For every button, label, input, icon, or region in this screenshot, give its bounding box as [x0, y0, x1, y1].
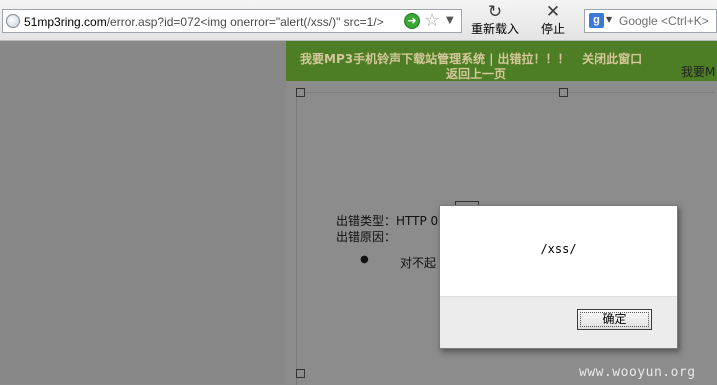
error-reason-line: 出错原因：: [336, 230, 397, 244]
ok-button[interactable]: 确定: [577, 309, 652, 330]
reload-icon: ↻: [487, 2, 503, 22]
reload-button[interactable]: ↻ 重新载入: [470, 2, 520, 37]
reload-label: 重新载入: [470, 22, 519, 36]
address-bar[interactable]: 51mp3ring.com/error.asp?id=072<img onerr…: [2, 9, 462, 33]
nav-separator: |: [489, 52, 494, 66]
error-heading: 出错拉！！！: [497, 52, 570, 66]
error-type-line: 出错类型：HTTP 0: [336, 214, 439, 228]
search-engine-dropdown-icon[interactable]: ▼: [606, 15, 612, 24]
alert-message-area: /xss/: [440, 206, 677, 297]
google-logo-icon[interactable]: g: [589, 13, 604, 28]
right-cut-text: 我要M: [681, 65, 716, 79]
go-arrow-icon[interactable]: ➜: [404, 13, 420, 29]
sorry-text: 对不起: [400, 256, 437, 270]
resize-handle-bottom-left: [296, 369, 305, 378]
bookmark-star-icon[interactable]: ☆: [424, 10, 440, 32]
bullet-icon: ●: [360, 254, 369, 265]
close-window-link[interactable]: 关闭此窗口: [582, 52, 642, 66]
alert-dialog: /xss/ 确定: [439, 205, 678, 349]
site-title-link[interactable]: 我要MP3手机铃声下载站管理系统: [300, 52, 485, 66]
watermark: www.wooyun.org: [579, 365, 696, 380]
stop-label: 停止: [540, 22, 565, 36]
search-box[interactable]: g ▼ Google <Ctrl+K>: [584, 9, 717, 33]
site-identity-icon[interactable]: [6, 14, 20, 28]
url-text[interactable]: 51mp3ring.com/error.asp?id=072<img onerr…: [24, 13, 396, 31]
url-path: /error.asp?id=072<img onerror="alert(/xs…: [106, 15, 384, 29]
history-dropdown-icon[interactable]: ▼: [446, 14, 454, 28]
alert-message: /xss/: [540, 242, 577, 256]
back-link[interactable]: 返回上一页: [446, 65, 506, 82]
url-host: 51mp3ring.com: [24, 15, 107, 29]
page-left-area: [0, 41, 286, 384]
stop-icon: ✕: [545, 2, 561, 22]
browser-toolbar: 51mp3ring.com/error.asp?id=072<img onerr…: [0, 0, 717, 41]
stop-button[interactable]: ✕ 停止: [536, 2, 570, 37]
search-placeholder: Google <Ctrl+K>: [619, 14, 709, 28]
resize-handle-top-left: [296, 88, 305, 97]
resize-handle-top-right: [559, 88, 568, 97]
